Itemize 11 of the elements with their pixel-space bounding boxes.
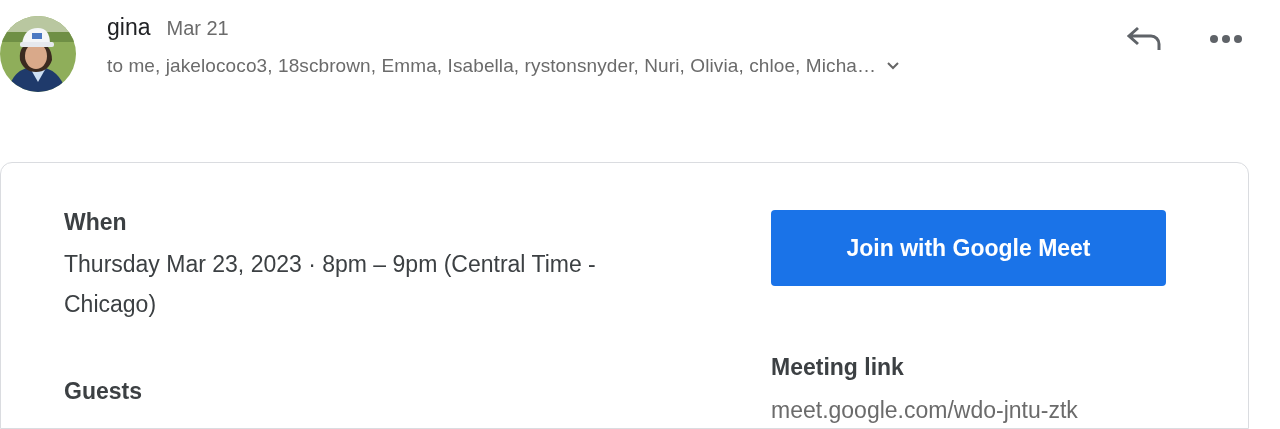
join-meet-button[interactable]: Join with Google Meet [771, 210, 1166, 286]
guests-label: Guests [64, 378, 143, 405]
sender-name: gina [107, 14, 151, 41]
chevron-down-icon[interactable] [886, 61, 901, 71]
recipients-text: to me, jakelococo3, 18scbrown, Emma, Isabella, rystonsnyder, Nuri, Olivia, chloe, Micha… [107, 55, 877, 77]
more-icon[interactable] [1210, 34, 1242, 44]
event-time: Thursday Mar 23, 2023 · 8pm – 9pm (Central Time - Chicago) [64, 250, 597, 319]
meeting-link-label: Meeting link [771, 354, 904, 381]
message-date: Mar 21 [166, 17, 229, 40]
when-label: When [64, 209, 128, 236]
meeting-link[interactable]: meet.google.com/wdo-jntu-ztk [771, 397, 1078, 424]
